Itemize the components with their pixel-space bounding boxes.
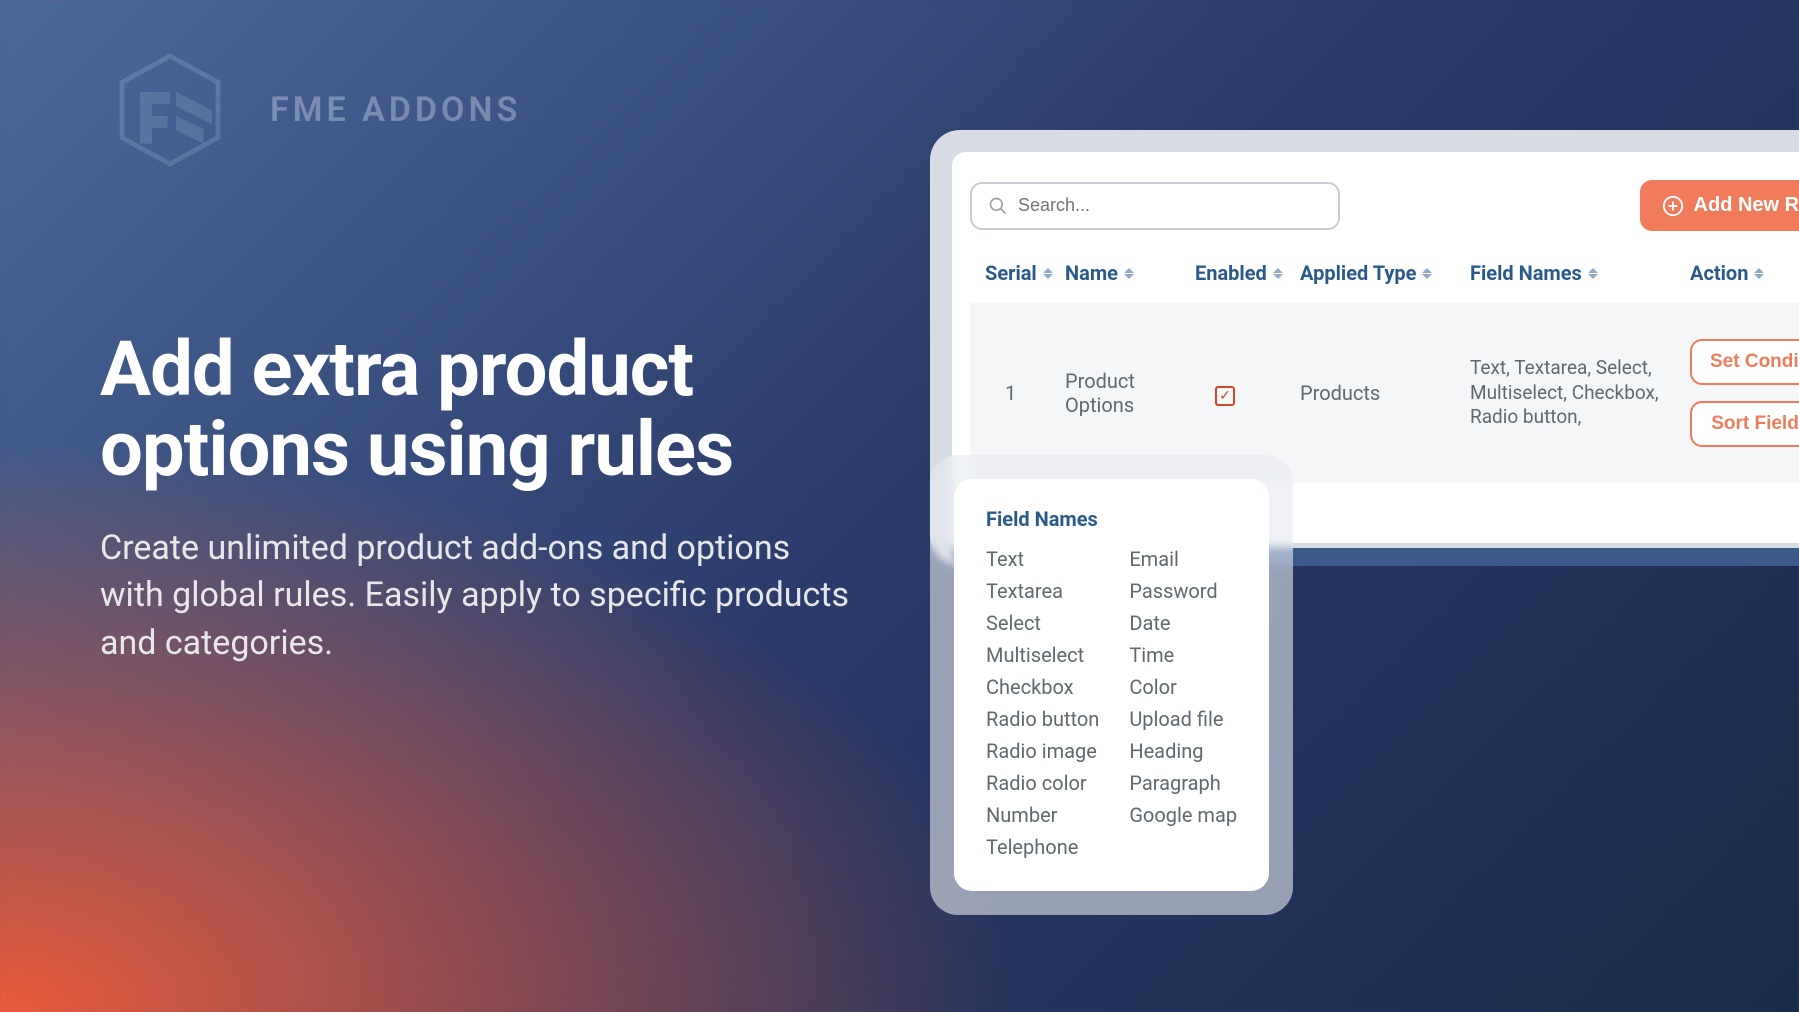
sort-icon <box>1043 268 1053 279</box>
plus-circle-icon <box>1662 195 1684 217</box>
field-type-item: Google map <box>1129 803 1237 827</box>
sort-icon <box>1124 268 1134 279</box>
col-applied-type[interactable]: Applied Type <box>1300 261 1470 285</box>
enabled-checkbox[interactable]: ✓ <box>1215 386 1235 406</box>
set-conditions-button[interactable]: Set Conditions <box>1690 339 1799 385</box>
field-type-item: Textarea <box>986 579 1099 603</box>
rules-table: Serial Name Enabled Applied Type Field N… <box>970 261 1799 483</box>
popup-col-1: Text Textarea Select Multiselect Checkbo… <box>986 547 1099 859</box>
hero-title: Add extra product options using rules <box>100 330 860 490</box>
field-type-item: Radio button <box>986 707 1099 731</box>
hero-subtitle: Create unlimited product add-ons and opt… <box>100 525 860 668</box>
brand-logo <box>100 50 240 170</box>
col-serial[interactable]: Serial <box>970 261 1065 285</box>
field-type-item: Multiselect <box>986 643 1099 667</box>
field-type-item: Upload file <box>1129 707 1237 731</box>
popup-title: Field Names <box>986 507 1237 531</box>
col-enabled[interactable]: Enabled <box>1195 261 1300 285</box>
field-type-item: Number <box>986 803 1099 827</box>
field-type-item: Text <box>986 547 1099 571</box>
field-type-item: Checkbox <box>986 675 1099 699</box>
cell-name: Product Options <box>1065 369 1195 417</box>
search-field-wrap[interactable] <box>970 182 1340 230</box>
add-new-role-button[interactable]: Add New Role <box>1640 180 1799 231</box>
hero-section: Add extra product options using rules Cr… <box>100 330 860 667</box>
add-role-label: Add New Role <box>1694 194 1799 217</box>
sort-icon <box>1273 268 1283 279</box>
sort-icon <box>1754 268 1764 279</box>
brand-name: FME ADDONS <box>270 90 521 130</box>
field-names-popup-frame: Field Names Text Textarea Select Multise… <box>930 455 1293 915</box>
sort-field-button[interactable]: Sort Field <box>1690 401 1799 447</box>
field-names-popup: Field Names Text Textarea Select Multise… <box>954 479 1269 891</box>
popup-columns: Text Textarea Select Multiselect Checkbo… <box>986 547 1237 859</box>
cell-applied-type: Products <box>1300 381 1470 405</box>
field-type-item: Select <box>986 611 1099 635</box>
col-name[interactable]: Name <box>1065 261 1195 285</box>
search-input[interactable] <box>1018 195 1322 216</box>
field-type-item: Heading <box>1129 739 1237 763</box>
field-type-item: Color <box>1129 675 1237 699</box>
toolbar: Add New Role <box>970 180 1799 231</box>
col-action[interactable]: Action <box>1670 261 1799 285</box>
search-icon <box>988 196 1008 216</box>
field-type-item: Radio color <box>986 771 1099 795</box>
field-type-item: Time <box>1129 643 1237 667</box>
field-type-item: Telephone <box>986 835 1099 859</box>
field-type-item: Date <box>1129 611 1237 635</box>
field-type-item: Email <box>1129 547 1237 571</box>
popup-col-2: Email Password Date Time Color Upload fi… <box>1129 547 1237 859</box>
cell-field-names: Text, Textarea, Select, Multiselect, Che… <box>1470 356 1670 430</box>
cell-actions: Set Conditions Sort Field <box>1670 339 1799 447</box>
table-header: Serial Name Enabled Applied Type Field N… <box>970 261 1799 303</box>
field-type-item: Password <box>1129 579 1237 603</box>
cell-serial: 1 <box>970 381 1065 405</box>
sort-icon <box>1422 268 1432 279</box>
field-type-item: Paragraph <box>1129 771 1237 795</box>
sort-icon <box>1588 268 1598 279</box>
col-field-names[interactable]: Field Names <box>1470 261 1670 285</box>
field-type-item: Radio image <box>986 739 1099 763</box>
cell-enabled: ✓ <box>1195 381 1300 406</box>
